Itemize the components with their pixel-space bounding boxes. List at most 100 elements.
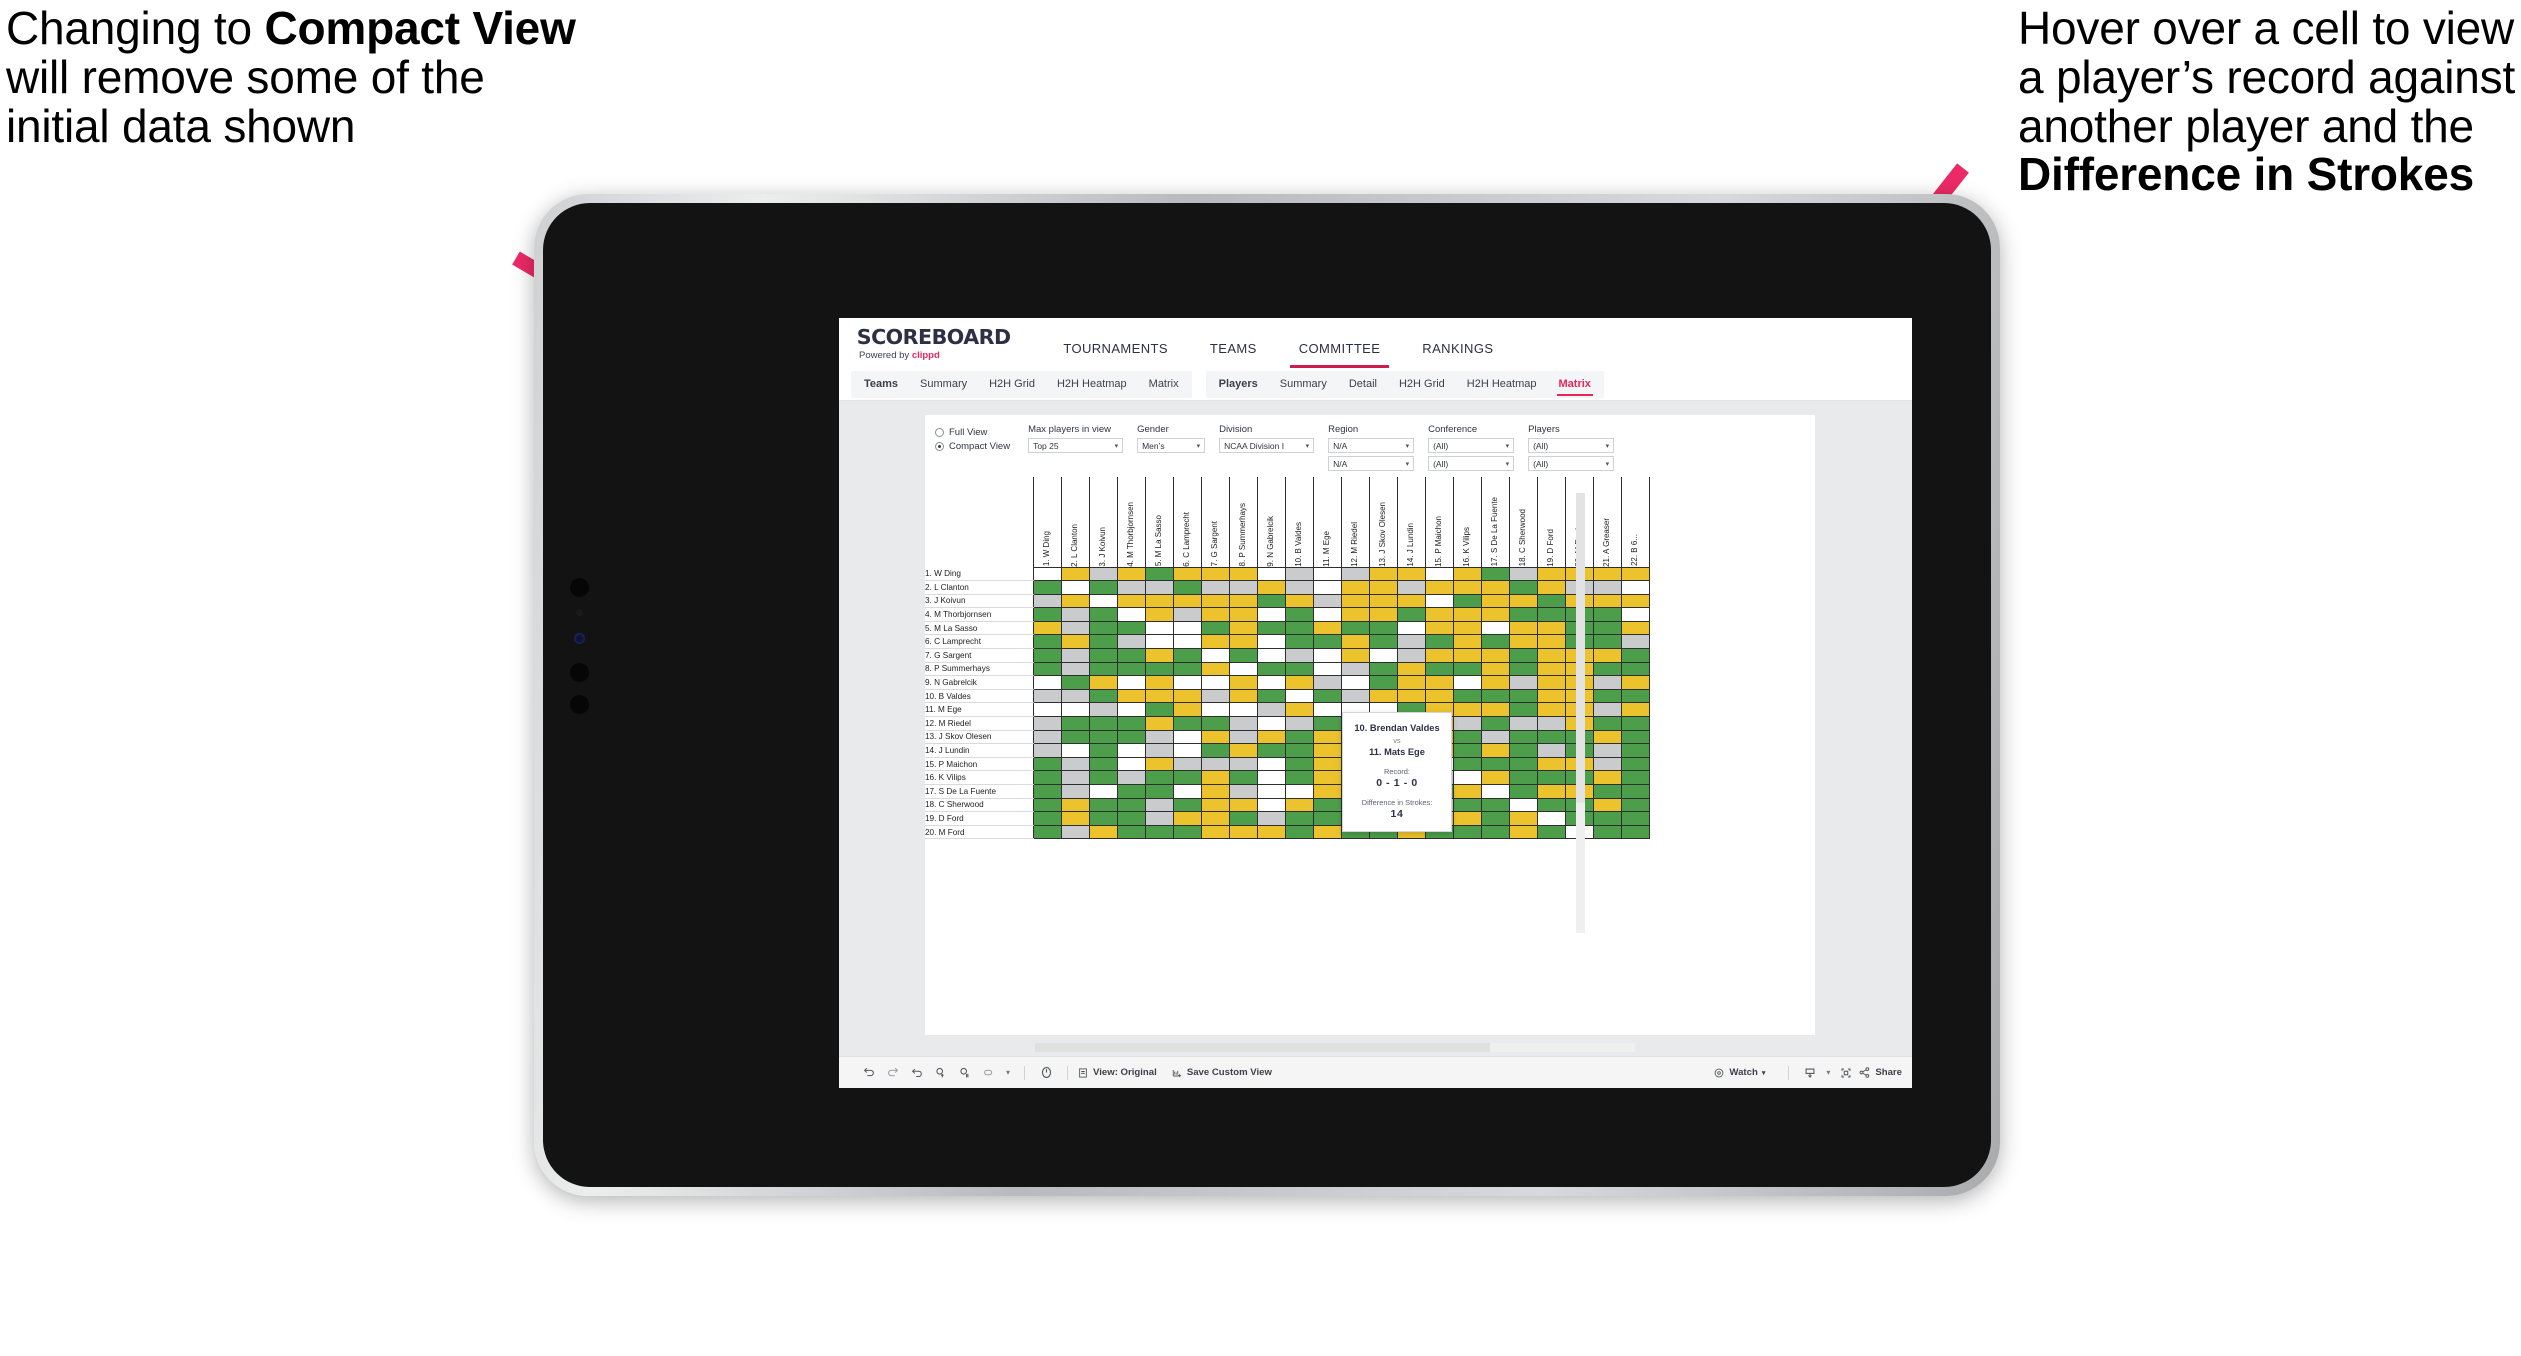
matrix-cell[interactable] [1620,566,1650,582]
matrix-cell[interactable] [1200,688,1230,704]
matrix-cell[interactable] [1424,620,1454,636]
matrix-cell[interactable] [1284,593,1314,609]
matrix-cell[interactable] [1116,593,1146,609]
share-button[interactable]: Share [1858,1066,1902,1079]
matrix-cell[interactable] [1508,566,1538,582]
matrix-cell[interactable] [1060,620,1090,636]
matrix-col-header[interactable]: 11. M Ege [1312,477,1342,567]
matrix-cell[interactable] [1312,743,1342,758]
matrix-cell[interactable] [1396,675,1426,690]
matrix-cell[interactable] [1144,688,1174,704]
matrix-cell[interactable] [1424,593,1454,609]
matrix-cell[interactable] [1032,702,1062,718]
view-original-button[interactable]: View: Original [1077,1067,1157,1079]
matrix-col-header[interactable]: 12. M Riedel [1340,477,1370,567]
matrix-cell[interactable] [1116,702,1146,718]
matrix-cell[interactable] [1060,756,1090,772]
matrix-cell[interactable] [1144,743,1174,758]
matrix-cell[interactable] [1060,824,1090,840]
matrix-cell[interactable] [1284,743,1314,758]
matrix-cell[interactable] [1620,770,1650,785]
matrix-cell[interactable] [1200,784,1230,799]
matrix-cell[interactable] [1088,648,1118,663]
matrix-cell[interactable] [1452,784,1482,799]
matrix-cell[interactable] [1592,620,1622,636]
matrix-cell[interactable] [1452,607,1482,622]
nav-item-committee[interactable]: COMMITTEE [1278,342,1402,368]
matrix-cell[interactable] [1088,607,1118,622]
matrix-cell[interactable] [1480,607,1510,622]
matrix-cell[interactable] [1032,661,1062,677]
matrix-cell[interactable] [1256,756,1286,772]
save-custom-view-button[interactable]: Save Custom View [1171,1067,1272,1079]
matrix-cell[interactable] [1032,634,1062,650]
matrix-cell[interactable] [1480,756,1510,772]
matrix-cell[interactable] [1452,702,1482,718]
matrix-cell[interactable] [1368,580,1398,595]
matrix-cell[interactable] [1116,770,1146,785]
matrix-cell[interactable] [1452,770,1482,785]
matrix-cell[interactable] [1200,770,1230,785]
matrix-cell[interactable] [1452,797,1482,813]
matrix-cell[interactable] [1340,661,1370,677]
matrix-col-header[interactable]: 19. D Ford [1536,477,1566,567]
caret-down-icon-2[interactable]: ▾ [1822,1068,1834,1077]
tab-teams-summary[interactable]: Summary [909,371,978,398]
matrix-cell[interactable] [1088,675,1118,690]
matrix-cell[interactable] [1256,729,1286,745]
matrix-cell[interactable] [1620,797,1650,813]
matrix-cell[interactable] [1396,593,1426,609]
matrix-cell[interactable] [1116,688,1146,704]
matrix-cell[interactable] [1508,784,1538,799]
matrix-cell[interactable] [1508,607,1538,622]
matrix-cell[interactable] [1200,797,1230,813]
matrix-cell[interactable] [1172,634,1202,650]
matrix-cell[interactable] [1368,593,1398,609]
matrix-cell[interactable] [1480,824,1510,840]
matrix-cell[interactable] [1172,702,1202,718]
matrix-cell[interactable] [1172,675,1202,690]
fullscreen-icon[interactable] [1834,1066,1858,1080]
matrix-cell[interactable] [1536,811,1566,826]
matrix-cell[interactable] [1228,648,1258,663]
matrix-cell[interactable] [1312,593,1342,609]
matrix-cell[interactable] [1508,797,1538,813]
matrix-cell[interactable] [1088,729,1118,745]
matrix-cell[interactable] [1116,661,1146,677]
matrix-col-header[interactable]: 10. B Valdes [1284,477,1314,567]
matrix-cell[interactable] [1256,702,1286,718]
matrix-cell[interactable] [1144,634,1174,650]
matrix-cell[interactable] [1088,702,1118,718]
matrix-cell[interactable] [1536,607,1566,622]
matrix-col-header[interactable]: 6. C Lamprecht [1172,477,1202,567]
matrix-cell[interactable] [1228,743,1258,758]
matrix-cell[interactable] [1144,824,1174,840]
tab-players[interactable]: Players [1208,371,1269,398]
matrix-cell[interactable] [1592,593,1622,609]
matrix-cell[interactable] [1088,784,1118,799]
matrix-cell[interactable] [1228,797,1258,813]
matrix-cell[interactable] [1060,784,1090,799]
matrix-cell[interactable] [1340,675,1370,690]
matrix-col-header[interactable]: 21. A Greaser [1592,477,1622,567]
matrix-cell[interactable] [1060,688,1090,704]
matrix-cell[interactable] [1200,607,1230,622]
matrix-cell[interactable] [1620,729,1650,745]
matrix-cell[interactable] [1284,797,1314,813]
matrix-cell[interactable] [1228,756,1258,772]
matrix-cell[interactable] [1284,729,1314,745]
matrix-col-header[interactable]: 18. C Sherwood [1508,477,1538,567]
matrix-cell[interactable] [1088,634,1118,650]
matrix-cell[interactable] [1536,648,1566,663]
matrix-cell[interactable] [1368,688,1398,704]
matrix-cell[interactable] [1340,566,1370,582]
matrix-cell[interactable] [1340,580,1370,595]
matrix-cell[interactable] [1088,770,1118,785]
matrix-cell[interactable] [1256,743,1286,758]
matrix-row-header[interactable]: 6. C Lamprecht [925,634,1033,650]
matrix-cell[interactable] [1228,661,1258,677]
matrix-cell[interactable] [1592,661,1622,677]
matrix-cell[interactable] [1508,661,1538,677]
matrix-cell[interactable] [1312,770,1342,785]
matrix-cell[interactable] [1536,675,1566,690]
